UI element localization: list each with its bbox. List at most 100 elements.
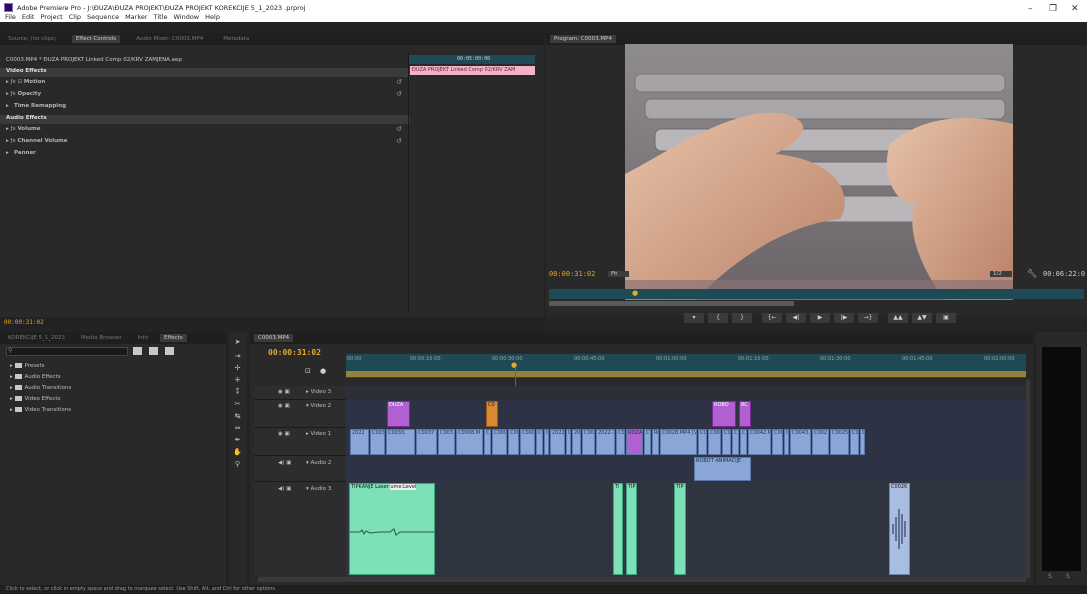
work-area-bar[interactable] (346, 371, 1026, 377)
snap-icon[interactable]: ⊡ (305, 367, 311, 375)
track-header-audio3[interactable]: ◀) ▣ ▾ Audio 3 (254, 482, 346, 578)
menu-help[interactable]: Help (205, 13, 220, 21)
clip-video1[interactable]: C0008.M (456, 429, 483, 455)
clip-video2-rc[interactable]: RC (739, 401, 751, 427)
effects-folder-presets[interactable]: ▸ Presets (10, 363, 45, 369)
add-marker-icon[interactable]: ▾ (684, 313, 704, 323)
lane-audio3[interactable] (346, 482, 1026, 578)
clip-video1[interactable]: C (544, 429, 549, 455)
effects-folder-audio-effects[interactable]: ▸ Audio Effects (10, 374, 61, 380)
accelerated-effects-icon[interactable] (149, 347, 158, 355)
clip-video1[interactable]: C (484, 429, 491, 455)
clip-video1[interactable]: 202 (572, 429, 581, 455)
tab-media-browser[interactable]: Media Browser (77, 334, 126, 342)
clip-audio3-c0026[interactable]: C0026 (889, 483, 910, 575)
clip-video2-c0[interactable]: C0 (486, 401, 498, 427)
clip-video1[interactable]: C00 (772, 429, 783, 455)
tab-audio-mixer[interactable]: Audio Mixer: C0003.MP4 (132, 35, 207, 43)
close-button[interactable]: ✕ (1071, 4, 1079, 14)
rate-stretch-tool-icon[interactable]: ⁑ (233, 388, 242, 396)
clip-video1[interactable]: C0005 (492, 429, 507, 455)
hand-tool-icon[interactable]: ✋ (233, 448, 242, 456)
minimize-button[interactable]: – (1028, 4, 1033, 14)
playhead-icon[interactable]: ● (632, 289, 638, 297)
mark-out-icon[interactable]: } (732, 313, 752, 323)
solo-icon[interactable]: S (1048, 573, 1052, 580)
track-header-audio2[interactable]: ◀) ▣ ▾ Audio 2 (254, 456, 346, 482)
lift-icon[interactable]: ▲▲ (888, 313, 908, 323)
tab-project[interactable]: KOREKCIJE 5_1_2023 (4, 334, 69, 342)
timeline-horizontal-scrollbar[interactable] (258, 577, 1026, 582)
yuv-effects-icon[interactable] (165, 347, 174, 355)
clip-video1[interactable]: C (732, 429, 739, 455)
clip-video1[interactable]: C0033. (386, 429, 415, 455)
clip-video1[interactable]: CO (698, 429, 707, 455)
clip-video2-duza[interactable]: ĐUZA (387, 401, 410, 427)
clip-video1[interactable]: C00 (722, 429, 731, 455)
tab-metadata[interactable]: Metadata (219, 35, 253, 43)
clip-video1[interactable]: C (740, 429, 747, 455)
effect-motion[interactable]: ▸ ƒx ⊡ Motion (6, 79, 45, 85)
clip-video1[interactable]: C0C (850, 429, 859, 455)
mark-in-icon[interactable]: { (708, 313, 728, 323)
tab-effects[interactable]: Effects (160, 334, 187, 342)
extract-icon[interactable]: ▲▼ (912, 313, 932, 323)
effects-folder-video-transitions[interactable]: ▸ Video Transitions (10, 407, 71, 413)
reset-icon[interactable]: ↺ (396, 137, 402, 145)
tab-info[interactable]: Info (134, 334, 152, 342)
clip-audio3-tip2[interactable]: TIP (674, 483, 686, 575)
clip-video1[interactable]: ROZA (626, 429, 643, 455)
effect-volume[interactable]: ▸ ƒx Volume (6, 126, 40, 132)
program-zoom-bar[interactable] (549, 301, 794, 306)
clip-video1[interactable]: C0025.M (830, 429, 849, 455)
clip-video1[interactable]: C (784, 429, 789, 455)
clip-video1[interactable]: C003 (582, 429, 595, 455)
menu-project[interactable]: Project (40, 13, 62, 21)
effect-channel-volume[interactable]: ▸ ƒx Channel Volume (6, 138, 67, 144)
new-bin-icon[interactable] (133, 347, 142, 355)
program-scrub-bar[interactable]: ● (549, 289, 1084, 299)
clip-video1[interactable]: C (566, 429, 571, 455)
solo-icon[interactable]: S (1066, 573, 1070, 580)
lane-video2[interactable] (346, 400, 1026, 428)
go-to-in-icon[interactable]: {← (762, 313, 782, 323)
effects-folder-audio-transitions[interactable]: ▸ Audio Transitions (10, 385, 71, 391)
rolling-edit-tool-icon[interactable]: ⁜ (233, 376, 242, 384)
resolution-dropdown[interactable]: 1/2 (990, 271, 1012, 277)
track-header-video1[interactable]: ◉ ▣ ▸ Video 1 (254, 428, 346, 456)
effects-folder-video-effects[interactable]: ▸ Video Effects (10, 396, 60, 402)
clip-video1[interactable]: C0037.M (416, 429, 437, 455)
clip-video1[interactable]: CC (536, 429, 543, 455)
tab-effect-controls[interactable]: Effect Controls (71, 35, 121, 43)
zoom-fit-dropdown[interactable]: Fit (608, 271, 630, 277)
clip-video1[interactable]: C00 (708, 429, 721, 455)
menu-title[interactable]: Title (154, 13, 168, 21)
reset-icon[interactable]: ↺ (396, 90, 402, 98)
clip-video1[interactable]: C0005 (520, 429, 535, 455)
menu-edit[interactable]: Edit (22, 13, 35, 21)
maximize-button[interactable]: ❐ (1049, 4, 1057, 14)
lane-audio2[interactable] (346, 456, 1026, 482)
lane-video3[interactable] (346, 386, 1026, 400)
slip-tool-icon[interactable]: ↹ (233, 412, 242, 420)
reset-icon[interactable]: ↺ (396, 125, 402, 133)
reset-icon[interactable]: ↺ (396, 78, 402, 86)
clip-video1[interactable]: C0028.MP4 [V] (660, 429, 697, 455)
menu-clip[interactable]: Clip (69, 13, 81, 21)
clip-audio3-ti[interactable]: Ti (613, 483, 623, 575)
timeline-vertical-scrollbar[interactable] (1026, 380, 1030, 578)
track-header-video3[interactable]: ◉ ▣ ▸ Video 3 (254, 386, 346, 400)
clip-video2-robo[interactable]: ROBO (712, 401, 736, 427)
clip-video1[interactable]: C (860, 429, 865, 455)
clip-audio3-tipkanje[interactable]: TIPKANJE Laser ume:Level (349, 483, 435, 575)
clip-video1[interactable]: 2022 (350, 429, 369, 455)
tab-source[interactable]: Source: (no clips) (4, 35, 60, 43)
effect-time-remapping[interactable]: ▸ Time Remapping (6, 103, 66, 109)
selection-tool-icon[interactable]: ➤ (233, 338, 242, 346)
clip-video1[interactable]: C0042.M (748, 429, 771, 455)
menu-window[interactable]: Window (173, 13, 199, 21)
effects-search-input[interactable]: ⚲ (6, 347, 128, 356)
effect-panner[interactable]: ▸ Panner (6, 150, 36, 156)
clip-video1[interactable]: 2022-1 (596, 429, 615, 455)
track-select-tool-icon[interactable]: ⇥ (233, 352, 242, 360)
